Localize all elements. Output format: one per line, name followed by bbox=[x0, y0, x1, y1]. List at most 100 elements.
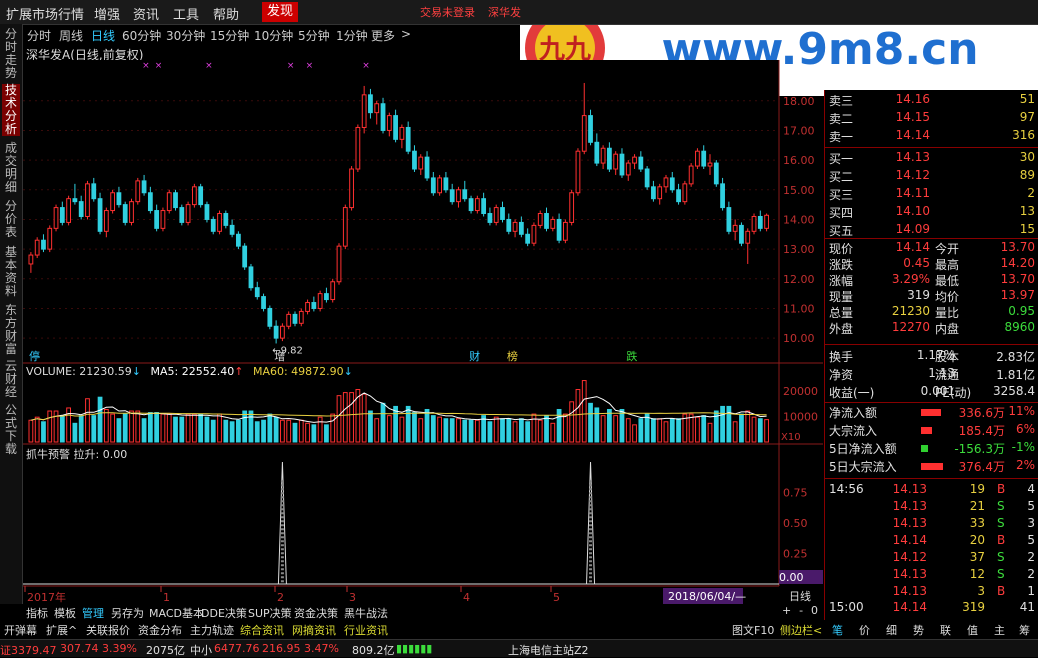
flow-bar bbox=[921, 427, 932, 434]
tab-macd[interactable]: MACD基本 bbox=[149, 605, 204, 621]
tab-main[interactable]: 主 bbox=[994, 622, 1005, 638]
candle-body bbox=[613, 153, 619, 170]
tab-detail[interactable]: 细 bbox=[886, 622, 897, 638]
period-5m[interactable]: 5分钟 bbox=[298, 27, 330, 44]
order-book-row: 买三 14.11 2 bbox=[825, 186, 1038, 204]
volume-bar bbox=[78, 415, 84, 443]
volume-bar bbox=[720, 405, 725, 443]
period-15m[interactable]: 15分钟 bbox=[210, 27, 249, 44]
kline-chart[interactable]: 18.00 17.00 16.00 15.00 14.00 13.00 12.00 11.00… bbox=[23, 60, 823, 604]
tab-linked[interactable]: 联 bbox=[940, 622, 951, 638]
period-intraday[interactable]: 分时 bbox=[27, 27, 51, 44]
order-volume: 51 bbox=[1019, 92, 1035, 106]
menu-tools[interactable]: 工具 bbox=[173, 4, 199, 23]
tab-extend[interactable]: 扩展^ bbox=[46, 622, 77, 638]
tab-save-as[interactable]: 另存为 bbox=[111, 605, 144, 621]
candle-body bbox=[493, 207, 499, 223]
candle-body bbox=[53, 207, 59, 229]
quote-label: 外盘 bbox=[829, 322, 854, 336]
menu-help[interactable]: 帮助 bbox=[213, 4, 239, 23]
f10-button[interactable]: 图文F10 bbox=[732, 622, 774, 638]
period-60m[interactable]: 60分钟 bbox=[122, 27, 161, 44]
menu-extended-market[interactable]: 扩展市场行情 bbox=[6, 4, 84, 23]
panel-separator bbox=[825, 344, 1038, 345]
tab-main-track[interactable]: 主力轨迹 bbox=[190, 622, 234, 638]
tab-fund-distribution[interactable]: 资金分布 bbox=[138, 622, 182, 638]
login-status[interactable]: 交易未登录 bbox=[420, 4, 475, 20]
tab-technical[interactable]: 技术分析 bbox=[2, 84, 20, 136]
period-30m[interactable]: 30分钟 bbox=[166, 27, 205, 44]
tab-basic-info[interactable]: 基本资料 bbox=[2, 246, 20, 298]
tab-trade-detail[interactable]: 成交明细 bbox=[2, 142, 20, 194]
candle-body bbox=[198, 186, 204, 206]
menu-enhance[interactable]: 增强 bbox=[94, 4, 120, 23]
candle-body bbox=[210, 218, 216, 232]
chevron-right-icon[interactable]: > bbox=[401, 27, 411, 41]
tab-price[interactable]: 价 bbox=[859, 622, 870, 638]
tab-sup[interactable]: SUP决策 bbox=[248, 605, 292, 621]
volume-bar bbox=[518, 418, 524, 443]
tab-industry-news[interactable]: 行业资讯 bbox=[344, 622, 388, 638]
candle-body bbox=[518, 221, 524, 235]
event-tag: 增 bbox=[274, 349, 285, 363]
tab-manage[interactable]: 管理 bbox=[82, 605, 104, 621]
tab-eastmoney[interactable]: 东方财富 bbox=[2, 304, 20, 356]
tab-yuncaijing[interactable]: 云财经 bbox=[2, 360, 20, 399]
tick-side: S bbox=[997, 567, 1005, 581]
candle-body bbox=[349, 168, 354, 209]
volume-bar bbox=[449, 418, 455, 443]
stock-shortcut[interactable]: 深华发 bbox=[488, 4, 521, 20]
tab-ticks[interactable]: 笔 bbox=[832, 622, 843, 638]
period-week[interactable]: 周线 bbox=[59, 27, 83, 44]
candle-body bbox=[236, 233, 241, 247]
volume-bar bbox=[581, 380, 587, 443]
order-label: 卖一 bbox=[829, 130, 854, 144]
order-book-row: 卖一 14.14 316 bbox=[825, 128, 1038, 146]
candle-body bbox=[78, 201, 84, 217]
menu-discover[interactable]: 发现 bbox=[262, 2, 299, 22]
tab-price-table[interactable]: 分价表 bbox=[2, 200, 20, 239]
candle-body bbox=[607, 147, 612, 170]
ma5-label: MA5: bbox=[150, 365, 179, 378]
tab-value[interactable]: 值 bbox=[967, 622, 978, 638]
period-10m[interactable]: 10分钟 bbox=[254, 27, 293, 44]
menu-news[interactable]: 资讯 bbox=[133, 4, 159, 23]
candle-body bbox=[305, 302, 310, 312]
indicator-name[interactable]: 抓牛预警 bbox=[26, 448, 70, 461]
flow-value: 336.6万 bbox=[958, 406, 1005, 420]
volume-bar bbox=[103, 408, 109, 443]
candle-body bbox=[412, 150, 417, 170]
tab-indicator[interactable]: 指标 bbox=[26, 605, 48, 621]
candle-body bbox=[506, 218, 512, 232]
tab-intraday[interactable]: 分时走势 bbox=[2, 28, 20, 80]
indicator-tick-label: 0.75 bbox=[783, 487, 808, 500]
tab-chips[interactable]: 筹 bbox=[1019, 622, 1030, 638]
index1-change: 307.74 bbox=[60, 642, 99, 655]
arrow-up-icon: ↑ bbox=[234, 365, 244, 378]
order-book-row: 买二 14.12 89 bbox=[825, 168, 1038, 186]
tab-dde[interactable]: DDE决策 bbox=[201, 605, 247, 621]
candle-body bbox=[380, 103, 386, 131]
candle-body bbox=[594, 141, 600, 164]
flow-value: 376.4万 bbox=[958, 460, 1005, 474]
volume-bar bbox=[500, 418, 505, 443]
tab-formula-download[interactable]: 公式下载 bbox=[2, 404, 20, 456]
fundamental-value: 1.81亿 bbox=[996, 368, 1035, 382]
candle-body bbox=[676, 189, 681, 203]
tab-danmaku[interactable]: 开弹幕 bbox=[4, 622, 37, 638]
sidebar-toggle[interactable]: 侧边栏< bbox=[780, 622, 822, 638]
tab-web-news[interactable]: 网摘资讯 bbox=[292, 622, 336, 638]
tab-related-quote[interactable]: 关联报价 bbox=[86, 622, 130, 638]
tab-black-bull[interactable]: 黑牛战法 bbox=[344, 605, 388, 621]
candle-body bbox=[405, 126, 411, 152]
flow-label: 大宗流入 bbox=[829, 424, 878, 438]
tab-general-news[interactable]: 综合资讯 bbox=[240, 622, 284, 638]
tick-side: S bbox=[997, 499, 1005, 513]
tab-template[interactable]: 模板 bbox=[54, 605, 76, 621]
period-1m[interactable]: 1分钟 bbox=[336, 27, 368, 44]
candle-body bbox=[537, 213, 543, 226]
period-more[interactable]: 更多 bbox=[371, 27, 395, 44]
tab-fund[interactable]: 资金决策 bbox=[294, 605, 338, 621]
period-day[interactable]: 日线 bbox=[91, 27, 115, 44]
tab-trend[interactable]: 势 bbox=[913, 622, 924, 638]
